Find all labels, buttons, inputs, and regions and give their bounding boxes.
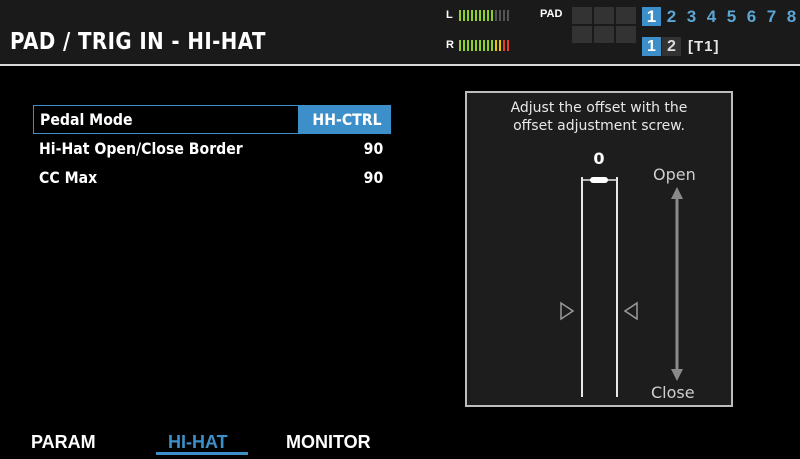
meter-segment xyxy=(471,9,473,21)
param-value-text: HH-CTRL xyxy=(312,110,382,129)
meter-segment xyxy=(459,9,461,21)
parameter-list: Pedal Mode HH-CTRL Hi-Hat Open/Close Bor… xyxy=(33,105,391,192)
meter-segment xyxy=(467,39,469,51)
meter-right-bars xyxy=(459,39,509,51)
meter-segment xyxy=(507,39,509,51)
meter-segment xyxy=(507,9,509,21)
offset-marker xyxy=(590,177,608,183)
header-bar: PAD / TRIG IN - HI-HAT L R PAD 1 2 3 4 5… xyxy=(0,0,800,64)
right-pointing-triangle-icon xyxy=(560,301,575,321)
kit-number-1[interactable]: 1 xyxy=(642,7,661,26)
kit-number-6[interactable]: 6 xyxy=(742,7,761,26)
arrow-down-icon xyxy=(671,369,683,381)
meter-segment xyxy=(499,9,501,21)
kit-number-2[interactable]: 2 xyxy=(662,7,681,26)
offset-diagram xyxy=(560,177,683,397)
page-title: PAD / TRIG IN - HI-HAT xyxy=(10,29,266,55)
left-pointing-triangle-icon xyxy=(623,301,638,321)
meter-segment xyxy=(475,39,477,51)
param-name: CC Max xyxy=(39,168,98,187)
param-row-pedal-mode[interactable]: Pedal Mode HH-CTRL xyxy=(33,105,391,134)
meter-segment xyxy=(503,39,505,51)
kit-number-5[interactable]: 5 xyxy=(722,7,741,26)
pad-cell xyxy=(616,7,636,24)
level-meter-left: L xyxy=(446,9,509,21)
meter-segment xyxy=(463,9,465,21)
pad-cell xyxy=(616,26,636,43)
kit-number-7[interactable]: 7 xyxy=(762,7,781,26)
kit-number-4[interactable]: 4 xyxy=(702,7,721,26)
param-name: Hi-Hat Open/Close Border xyxy=(39,139,243,158)
tab-monitor[interactable]: MONITOR xyxy=(286,432,371,453)
pad-cell xyxy=(594,7,614,24)
param-value[interactable]: HH-CTRL xyxy=(298,106,390,133)
param-row-open-close-border[interactable]: Hi-Hat Open/Close Border 90 xyxy=(33,134,391,163)
header-divider xyxy=(0,64,800,66)
level-meter-right: R xyxy=(446,39,509,51)
meter-segment xyxy=(483,39,485,51)
pad-indicator-grid xyxy=(572,7,636,43)
meter-segment xyxy=(503,9,505,21)
kit-number-3[interactable]: 3 xyxy=(682,7,701,26)
meter-segment xyxy=(487,9,489,21)
kit-number-strip: 1 2 3 4 5 6 7 8 xyxy=(642,7,800,26)
meter-segment xyxy=(475,9,477,21)
pad-cell xyxy=(572,26,592,43)
tab-hihat-underline xyxy=(156,452,248,455)
offset-adjustment-panel: Adjust the offset with the offset adjust… xyxy=(465,91,733,407)
trigger-number-2[interactable]: 2 xyxy=(662,37,681,56)
meter-segment xyxy=(463,39,465,51)
meter-segment xyxy=(483,9,485,21)
param-value-text: 90 xyxy=(363,139,383,158)
arrow-up-icon xyxy=(671,187,683,199)
pad-indicator-label: PAD xyxy=(540,8,563,20)
tab-param[interactable]: PARAM xyxy=(31,432,96,453)
meter-left-bars xyxy=(459,9,509,21)
trigger-number-strip: 1 2 [T1] xyxy=(642,37,720,56)
pad-cell xyxy=(594,26,614,43)
meter-segment xyxy=(459,39,461,51)
param-name: Pedal Mode xyxy=(40,110,133,129)
tab-hihat[interactable]: HI-HAT xyxy=(168,432,228,453)
meter-segment xyxy=(499,39,501,51)
meter-segment xyxy=(479,9,481,21)
meter-segment xyxy=(479,39,481,51)
meter-left-label: L xyxy=(446,9,453,21)
meter-segment xyxy=(491,39,493,51)
meter-right-label: R xyxy=(446,39,454,51)
meter-segment xyxy=(471,39,473,51)
meter-segment xyxy=(495,9,497,21)
meter-segment xyxy=(495,39,497,51)
kit-number-8[interactable]: 8 xyxy=(782,7,800,26)
pad-cell xyxy=(572,7,592,24)
meter-segment xyxy=(491,9,493,21)
meter-segment xyxy=(487,39,489,51)
trigger-tag: [T1] xyxy=(688,38,720,55)
param-value-text: 90 xyxy=(363,168,383,187)
param-value[interactable]: 90 xyxy=(299,163,391,192)
meter-segment xyxy=(467,9,469,21)
param-value[interactable]: 90 xyxy=(299,134,391,163)
trigger-number-1[interactable]: 1 xyxy=(642,37,661,56)
param-row-cc-max[interactable]: CC Max 90 xyxy=(33,163,391,192)
